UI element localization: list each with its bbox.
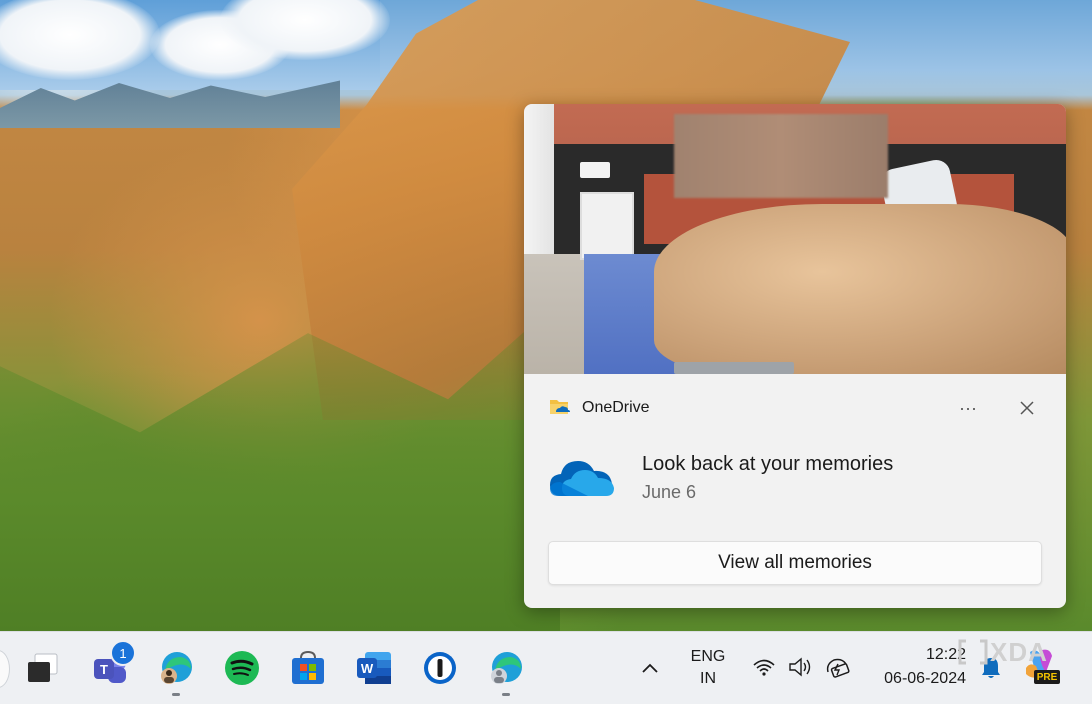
view-all-memories-button[interactable]: View all memories [548, 541, 1042, 585]
notification-date: June 6 [642, 482, 697, 502]
xda-bracket-icon [958, 639, 988, 665]
more-options-button[interactable]: ··· [950, 394, 986, 422]
volume-icon [789, 657, 811, 677]
taskbar: T 1 W ENG IN 12:22 06-06-2024 PRE XDA [0, 631, 1092, 704]
pre-badge: PRE [1034, 670, 1060, 684]
photo-charger [580, 192, 634, 260]
edge-icon [491, 652, 522, 684]
wifi-icon [753, 659, 775, 676]
notification-title: Look back at your memories [642, 453, 894, 475]
onepassword-button[interactable] [420, 648, 460, 688]
spotify-button[interactable] [222, 648, 262, 688]
xda-text: XDA [990, 636, 1048, 667]
widget-partial-icon[interactable] [0, 650, 10, 688]
notification-header: OneDrive ··· [524, 374, 1066, 418]
task-view-button[interactable] [22, 648, 62, 688]
more-icon: ··· [959, 397, 977, 418]
svg-text:W: W [361, 661, 374, 676]
running-indicator [172, 693, 180, 696]
task-view-icon [28, 653, 58, 682]
onedrive-notification[interactable]: OneDrive ··· Look back at your memories … [524, 104, 1066, 608]
photo-blanket [654, 204, 1066, 374]
show-hidden-icons-button[interactable] [636, 654, 664, 682]
chevron-up-icon [642, 663, 658, 673]
clock-date: 06-06-2024 [884, 670, 966, 687]
notification-app-name: OneDrive [582, 399, 650, 416]
svg-text:T: T [100, 662, 108, 677]
onedrive-icon [548, 128, 570, 148]
spotify-icon [225, 651, 259, 685]
memory-photo[interactable] [524, 104, 1066, 374]
word-button[interactable]: W [354, 648, 394, 688]
photo-switch [580, 162, 610, 178]
photo-blur-redaction [674, 114, 888, 198]
edge-icon [161, 652, 192, 684]
photo-laptop [674, 362, 794, 374]
quick-settings-button[interactable] [748, 650, 858, 686]
xda-watermark: XDA [958, 636, 1062, 667]
edge-button[interactable] [156, 648, 196, 696]
onedrive-folder-icon [550, 400, 570, 414]
language-region: IN [700, 670, 716, 687]
onepassword-icon [424, 652, 456, 684]
onedrive-cloud-icon [550, 461, 614, 496]
battery-icon [826, 658, 850, 678]
store-icon [292, 650, 324, 684]
edge-profile-button[interactable] [486, 648, 526, 696]
word-icon: W [357, 652, 391, 684]
close-icon [1020, 401, 1034, 415]
teams-button[interactable]: T 1 [90, 640, 136, 688]
teams-notification-badge: 1 [110, 640, 136, 666]
running-indicator [502, 693, 510, 696]
close-button[interactable] [1010, 394, 1044, 422]
clock-button[interactable]: 12:22 06-06-2024 [868, 646, 972, 692]
input-language-button[interactable]: ENG IN [684, 648, 732, 692]
language-code: ENG [690, 648, 726, 665]
microsoft-store-button[interactable] [288, 648, 328, 688]
